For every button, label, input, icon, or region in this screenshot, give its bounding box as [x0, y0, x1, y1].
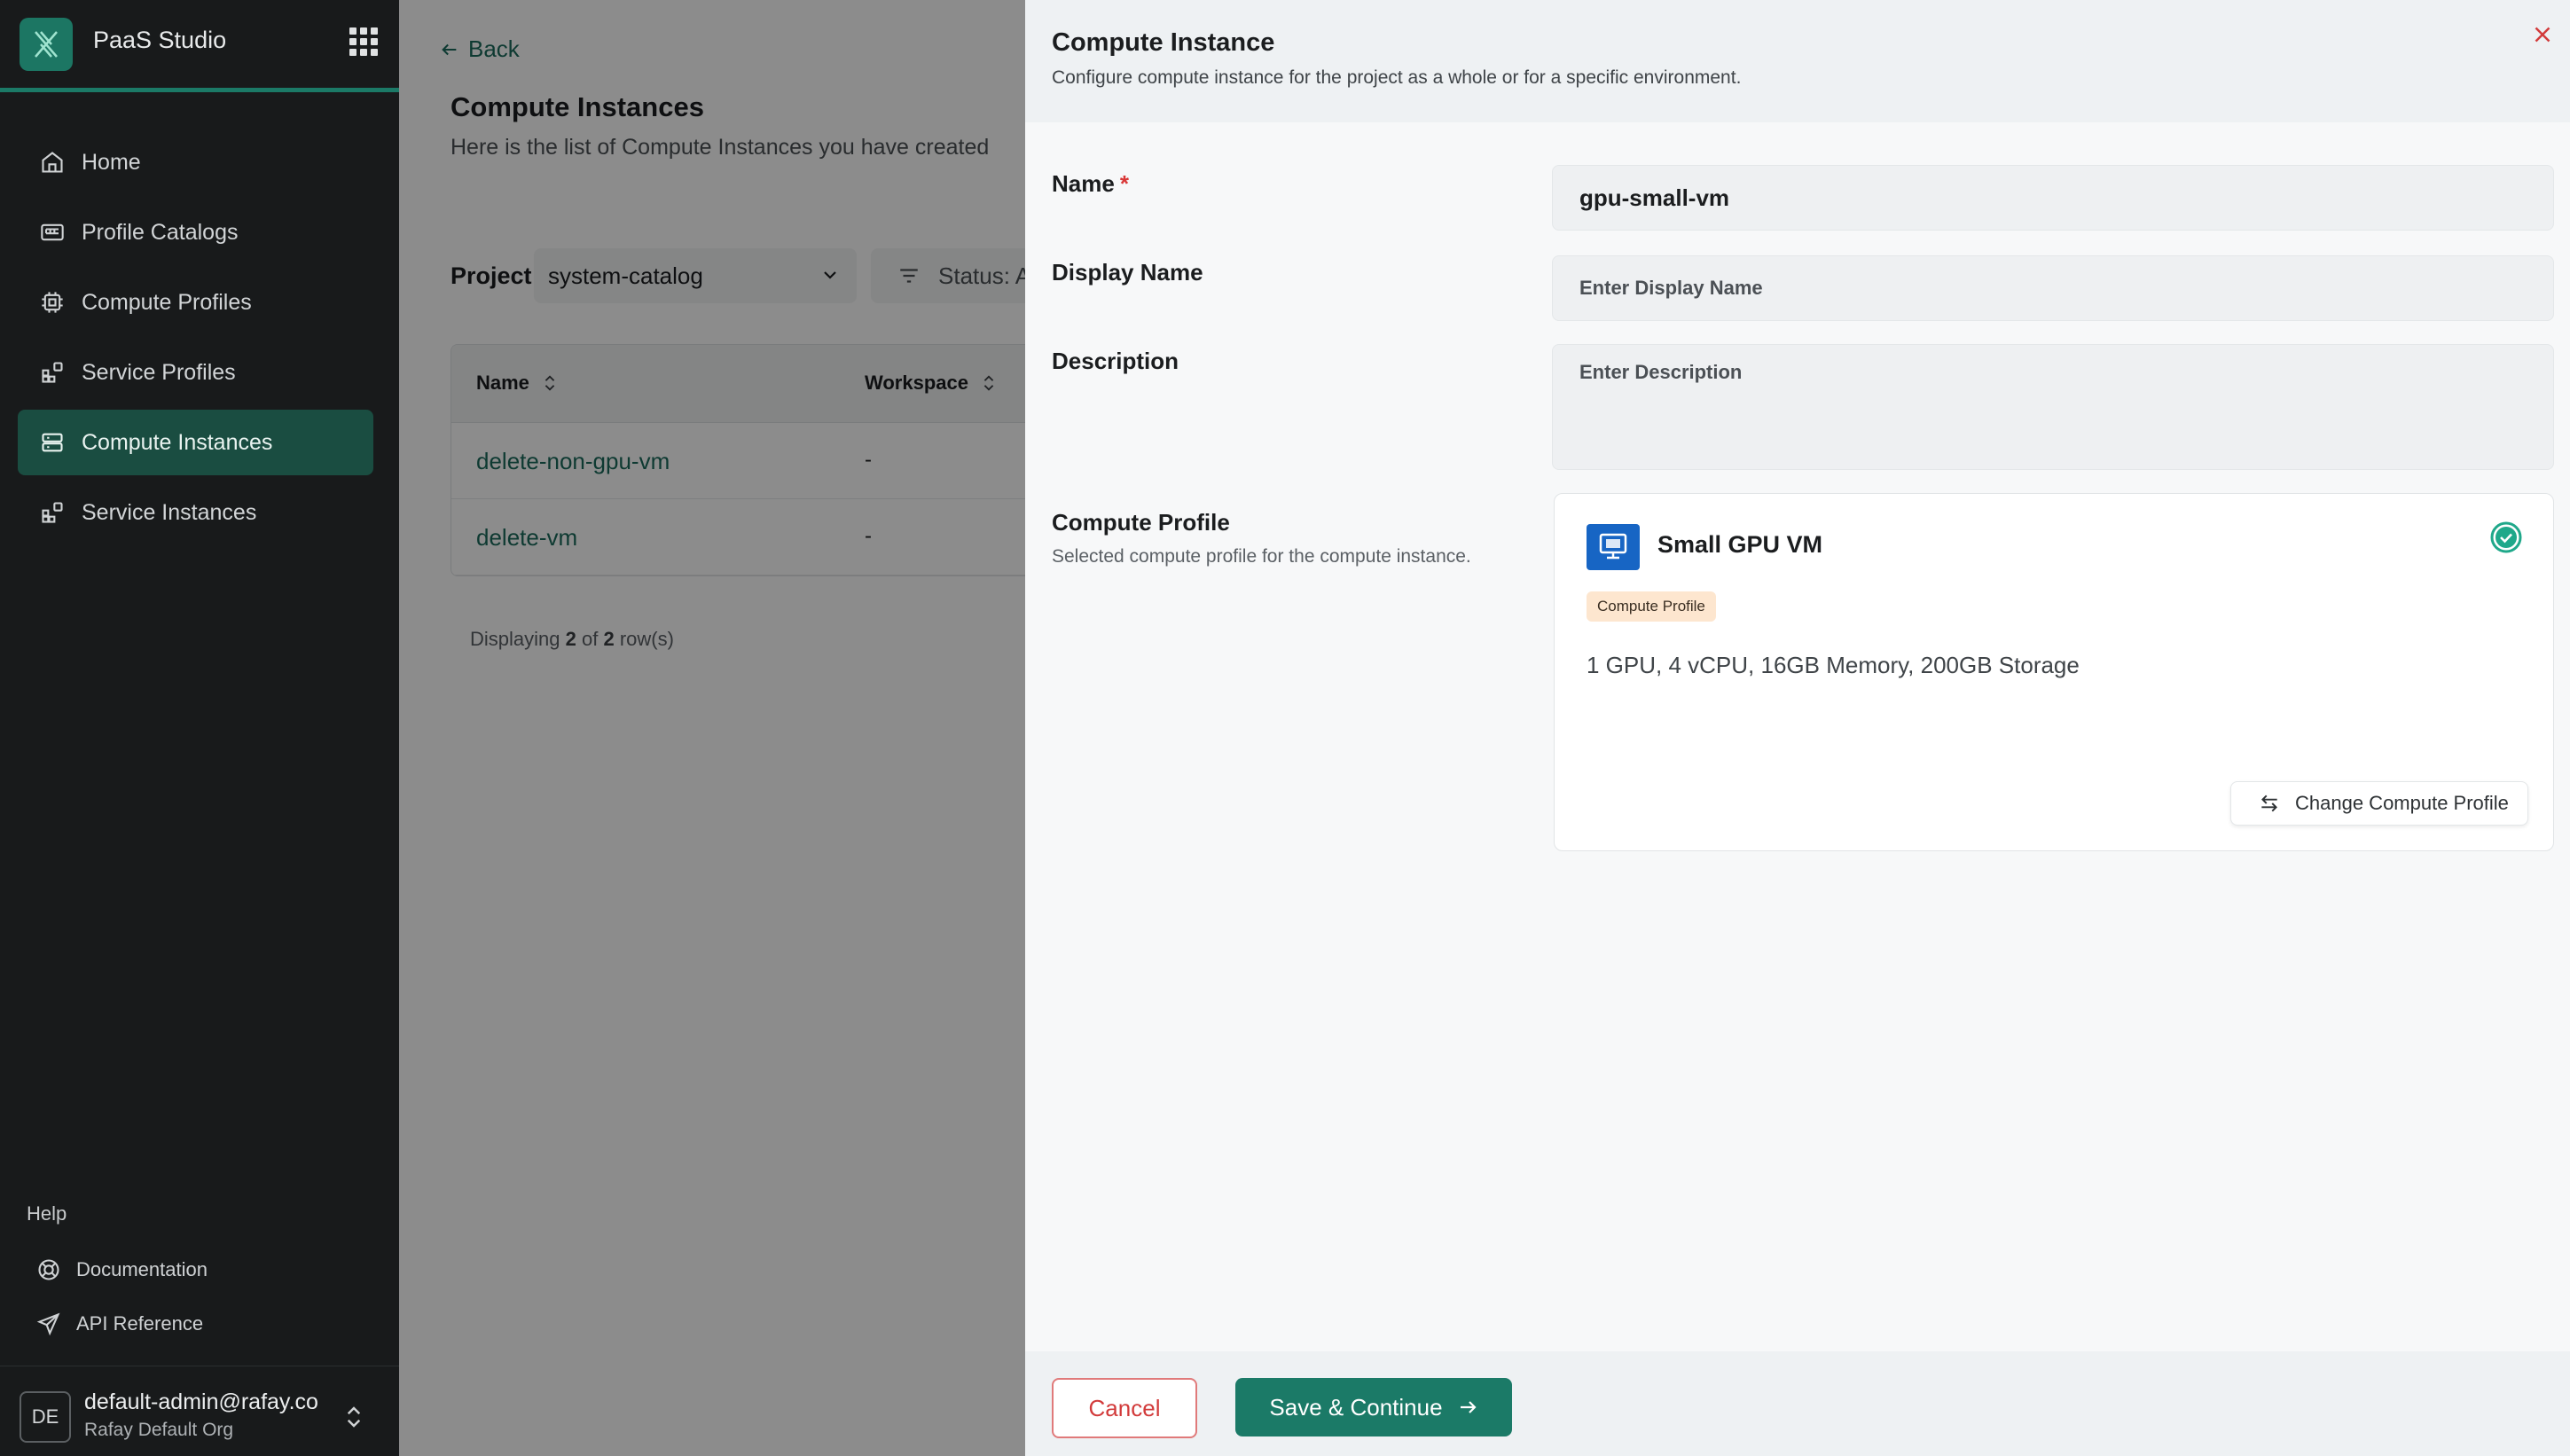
avatar: DE — [20, 1391, 71, 1443]
name-label: Name * — [1052, 170, 1129, 198]
sidebar-item-service-instances[interactable]: Service Instances — [18, 480, 373, 545]
user-org: Rafay Default Org — [84, 1420, 234, 1440]
compute-instance-drawer: Compute Instance Configure compute insta… — [1025, 0, 2570, 1456]
user-menu[interactable]: DE default-admin@rafay.co Rafay Default … — [0, 1366, 399, 1456]
blocks-icon — [39, 359, 66, 386]
help-heading: Help — [27, 1202, 67, 1225]
selected-check-icon — [2490, 521, 2522, 553]
name-label-text: Name — [1052, 170, 1115, 197]
sidebar-item-profile-catalogs[interactable]: Profile Catalogs — [18, 200, 373, 265]
apps-grid-icon[interactable] — [349, 27, 378, 56]
drawer-header: Compute Instance Configure compute insta… — [1025, 0, 2570, 122]
blocks-icon — [39, 499, 66, 526]
change-compute-profile-label: Change Compute Profile — [2295, 792, 2509, 814]
sidebar-item-label: Service Instances — [82, 499, 257, 525]
drawer-footer: Cancel Save & Continue — [1025, 1351, 2570, 1456]
modal-backdrop[interactable] — [399, 0, 1025, 1456]
catalog-icon — [39, 219, 66, 246]
sidebar-item-label: Compute Instances — [82, 429, 273, 455]
change-compute-profile-button[interactable]: Change Compute Profile — [2230, 781, 2528, 826]
display-name-field[interactable] — [1552, 255, 2554, 321]
profile-type-badge: Compute Profile — [1587, 591, 1716, 622]
home-icon — [39, 149, 66, 176]
send-icon — [35, 1311, 62, 1337]
sidebar-item-compute-profiles[interactable]: Compute Profiles — [18, 270, 373, 335]
user-email: default-admin@rafay.co — [84, 1389, 318, 1414]
save-continue-button[interactable]: Save & Continue — [1235, 1378, 1512, 1436]
swap-icon — [2261, 795, 2277, 812]
description-field[interactable] — [1552, 344, 2554, 470]
sidebar-item-label: Service Profiles — [82, 359, 236, 385]
save-continue-label: Save & Continue — [1269, 1393, 1443, 1421]
help-item-documentation[interactable]: Documentation — [35, 1252, 208, 1288]
required-marker: * — [1119, 170, 1129, 197]
sidebar-item-label: Profile Catalogs — [82, 219, 239, 245]
app-logo[interactable] — [20, 18, 73, 71]
close-icon[interactable] — [2529, 21, 2556, 48]
sidebar-item-home[interactable]: Home — [18, 129, 373, 195]
sidebar-item-label: Home — [82, 149, 141, 175]
chip-icon — [39, 289, 66, 316]
sidebar-item-label: Compute Profiles — [82, 289, 252, 315]
sidebar: PaaS Studio Home Profile Catalogs Comput… — [0, 0, 399, 1456]
sidebar-item-service-profiles[interactable]: Service Profiles — [18, 340, 373, 405]
sidebar-item-compute-instances[interactable]: Compute Instances — [18, 410, 373, 475]
drawer-subtitle: Configure compute instance for the proje… — [1052, 67, 1742, 88]
compute-profile-card[interactable]: Small GPU VM Compute Profile 1 GPU, 4 vC… — [1554, 493, 2554, 851]
app-name: PaaS Studio — [93, 27, 227, 53]
help-item-api-reference[interactable]: API Reference — [35, 1306, 203, 1342]
profile-card-description: 1 GPU, 4 vCPU, 16GB Memory, 200GB Storag… — [1587, 652, 2080, 678]
name-field[interactable] — [1552, 165, 2554, 231]
profile-card-title: Small GPU VM — [1657, 531, 1823, 558]
display-name-label: Display Name — [1052, 259, 1203, 286]
help-item-label: API Reference — [76, 1312, 204, 1335]
cancel-button[interactable]: Cancel — [1052, 1378, 1197, 1438]
arrow-right-icon — [1460, 1401, 1477, 1413]
chevron-up-down-icon[interactable] — [341, 1404, 367, 1430]
vm-monitor-icon — [1587, 524, 1640, 570]
compute-profile-label: Compute Profile — [1052, 509, 1230, 536]
drawer-title: Compute Instance — [1052, 28, 1275, 57]
compute-profile-help: Selected compute profile for the compute… — [1052, 546, 1471, 567]
description-label: Description — [1052, 348, 1179, 374]
help-item-label: Documentation — [76, 1258, 208, 1280]
sidebar-nav: Home Profile Catalogs Compute Profiles S… — [18, 129, 373, 550]
brand-header: PaaS Studio — [0, 0, 399, 92]
server-icon — [39, 429, 66, 456]
lifebuoy-icon — [35, 1256, 62, 1283]
